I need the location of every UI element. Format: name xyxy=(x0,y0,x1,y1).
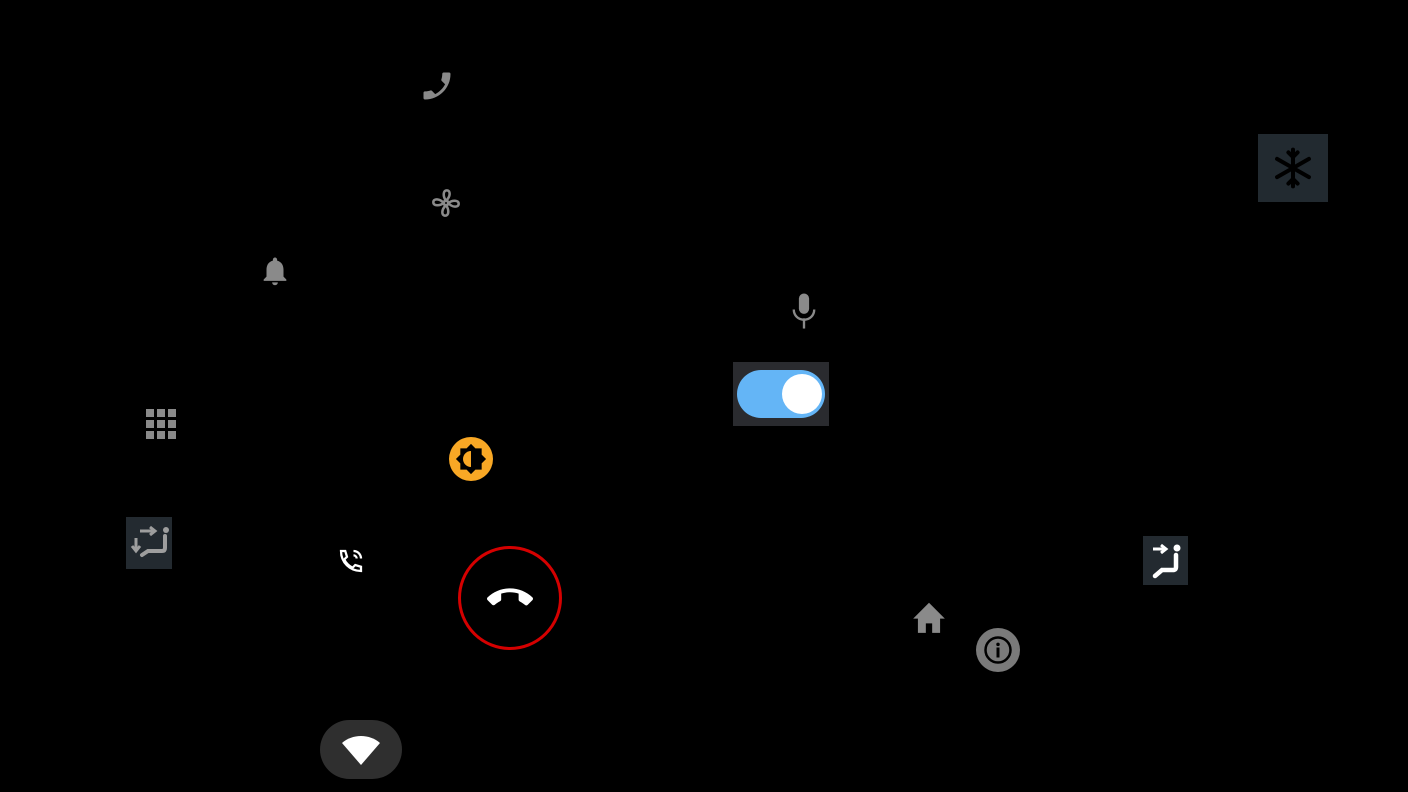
toggle-switch[interactable] xyxy=(733,362,829,426)
info-button[interactable] xyxy=(976,628,1020,672)
toggle-track xyxy=(737,370,825,418)
end-call-icon xyxy=(487,588,533,606)
brightness-icon xyxy=(455,443,487,475)
snowflake-icon xyxy=(1275,147,1311,189)
phone-callback-icon[interactable] xyxy=(334,544,368,578)
home-icon[interactable] xyxy=(909,598,949,636)
phone-icon[interactable] xyxy=(417,66,457,106)
brightness-button[interactable] xyxy=(449,437,493,481)
seat-recline-button[interactable] xyxy=(126,517,172,569)
seat-icon xyxy=(1152,543,1180,578)
toggle-thumb xyxy=(782,374,822,414)
bell-icon[interactable] xyxy=(256,252,294,290)
dialpad-icon[interactable] xyxy=(144,407,178,441)
wifi-button[interactable] xyxy=(320,720,402,779)
wifi-icon xyxy=(342,735,380,765)
microphone-icon[interactable] xyxy=(786,292,822,330)
info-icon xyxy=(984,636,1012,664)
fan-icon[interactable] xyxy=(426,183,466,223)
end-call-button[interactable] xyxy=(458,546,562,650)
snowflake-button[interactable] xyxy=(1258,134,1328,202)
seat-button[interactable] xyxy=(1143,536,1188,585)
seat-recline-icon xyxy=(130,525,169,557)
